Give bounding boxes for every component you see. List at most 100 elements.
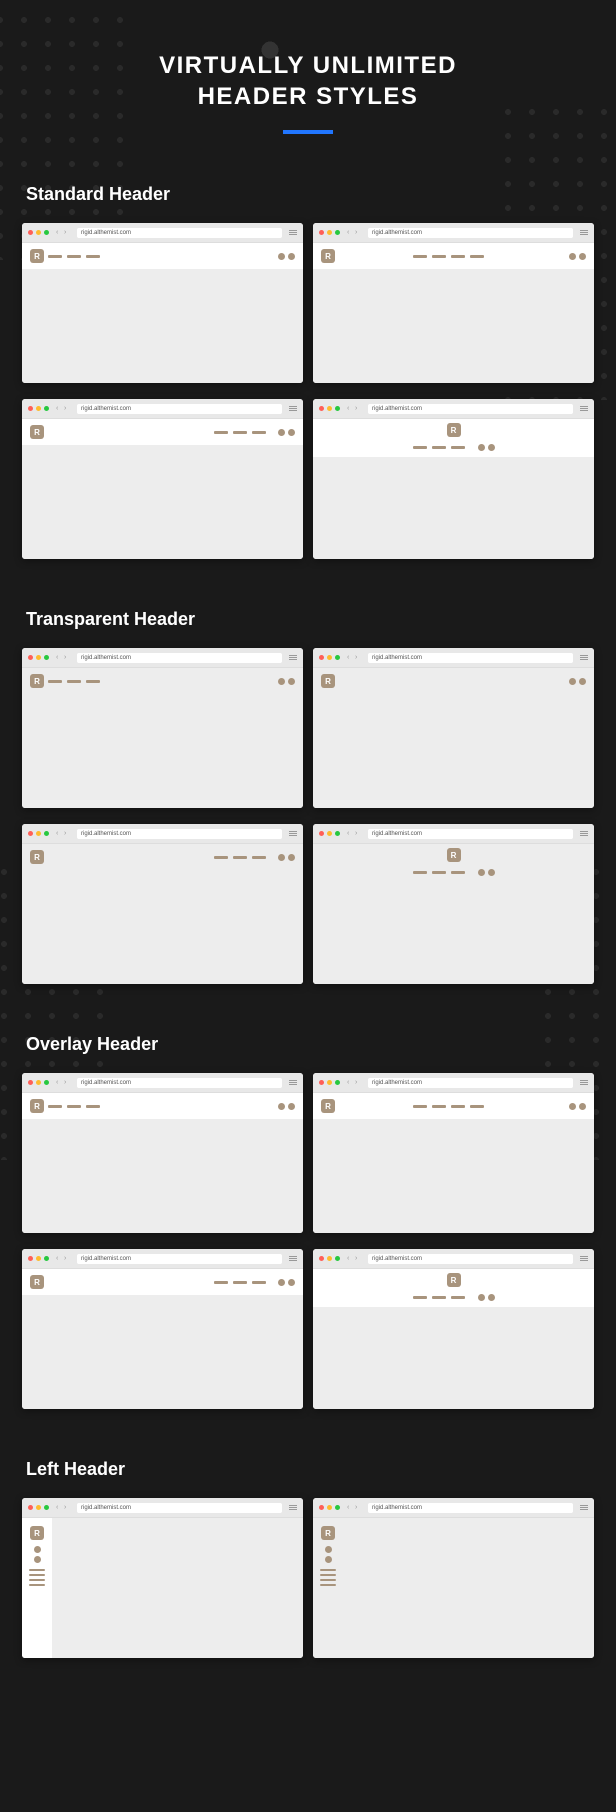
nav-menu bbox=[413, 871, 465, 874]
header-icons bbox=[478, 869, 495, 876]
title-underline bbox=[283, 130, 333, 134]
preview-left-2: ‹›rigid.althemist.com R bbox=[313, 1498, 594, 1658]
url-bar: rigid.althemist.com bbox=[368, 829, 573, 839]
hamburger-icon bbox=[289, 1255, 297, 1263]
site-logo: R bbox=[321, 674, 335, 688]
preview-left-1: ‹›rigid.althemist.com R bbox=[22, 1498, 303, 1658]
site-logo: R bbox=[447, 423, 461, 437]
url-bar: rigid.althemist.com bbox=[368, 228, 573, 238]
traffic-lights bbox=[28, 230, 49, 235]
hamburger-icon bbox=[289, 830, 297, 838]
browser-chrome: ‹› rigid.althemist.com bbox=[22, 223, 303, 243]
header-icons bbox=[278, 854, 295, 861]
nav-menu bbox=[48, 255, 100, 258]
site-logo: R bbox=[321, 249, 335, 263]
header-icons bbox=[278, 678, 295, 685]
hamburger-icon bbox=[580, 405, 588, 413]
preview-standard-4: ‹› rigid.althemist.com R bbox=[313, 399, 594, 559]
url-bar: rigid.althemist.com bbox=[77, 228, 282, 238]
section-title-left: Left Header bbox=[22, 1459, 594, 1480]
preview-standard-3: ‹› rigid.althemist.com R bbox=[22, 399, 303, 559]
section-overlay: Overlay Header ‹›rigid.althemist.com R ‹… bbox=[22, 1034, 594, 1409]
preview-transparent-4: ‹›rigid.althemist.com R bbox=[313, 824, 594, 984]
header-icons bbox=[325, 1546, 332, 1563]
url-bar: rigid.althemist.com bbox=[77, 653, 282, 663]
nav-menu bbox=[413, 1296, 465, 1299]
site-logo: R bbox=[30, 850, 44, 864]
site-logo: R bbox=[321, 1526, 335, 1540]
section-standard: Standard Header ‹› rigid.althemist.com R bbox=[22, 184, 594, 559]
url-bar: rigid.althemist.com bbox=[77, 1254, 282, 1264]
browser-chrome: ‹› rigid.althemist.com bbox=[313, 399, 594, 419]
url-bar: rigid.althemist.com bbox=[368, 1503, 573, 1513]
preview-overlay-2: ‹›rigid.althemist.com R bbox=[313, 1073, 594, 1233]
url-bar: rigid.althemist.com bbox=[368, 1254, 573, 1264]
url-bar: rigid.althemist.com bbox=[77, 1078, 282, 1088]
header-icons bbox=[278, 1103, 295, 1110]
hamburger-icon bbox=[289, 1079, 297, 1087]
preview-overlay-1: ‹›rigid.althemist.com R bbox=[22, 1073, 303, 1233]
site-logo: R bbox=[30, 674, 44, 688]
preview-standard-1: ‹› rigid.althemist.com R bbox=[22, 223, 303, 383]
site-logo: R bbox=[30, 1099, 44, 1113]
nav-menu bbox=[214, 1281, 266, 1284]
nav-menu bbox=[214, 856, 266, 859]
header-icons bbox=[34, 1546, 41, 1563]
preview-overlay-4: ‹›rigid.althemist.com R bbox=[313, 1249, 594, 1409]
header-icons bbox=[569, 1103, 586, 1110]
section-title-overlay: Overlay Header bbox=[22, 1034, 594, 1055]
header-icons bbox=[478, 444, 495, 451]
nav-menu bbox=[413, 255, 484, 258]
hamburger-icon bbox=[289, 405, 297, 413]
hamburger-icon bbox=[580, 1504, 588, 1512]
preview-transparent-3: ‹›rigid.althemist.com R bbox=[22, 824, 303, 984]
nav-menu bbox=[48, 1105, 100, 1108]
hamburger-icon bbox=[289, 229, 297, 237]
header-icons bbox=[478, 1294, 495, 1301]
url-bar: rigid.althemist.com bbox=[368, 404, 573, 414]
site-logo: R bbox=[30, 249, 44, 263]
url-bar: rigid.althemist.com bbox=[77, 404, 282, 414]
hamburger-icon bbox=[289, 654, 297, 662]
url-bar: rigid.althemist.com bbox=[77, 1503, 282, 1513]
site-logo: R bbox=[30, 425, 44, 439]
nav-menu bbox=[214, 431, 266, 434]
hamburger-icon bbox=[580, 1255, 588, 1263]
preview-overlay-3: ‹›rigid.althemist.com R bbox=[22, 1249, 303, 1409]
left-sidebar: R bbox=[22, 1518, 52, 1658]
site-logo: R bbox=[447, 848, 461, 862]
nav-menu bbox=[320, 1569, 336, 1586]
nav-menu bbox=[413, 1105, 484, 1108]
page-title: VIRTUALLY UNLIMITED HEADER STYLES bbox=[22, 50, 594, 112]
url-bar: rigid.althemist.com bbox=[368, 1078, 573, 1088]
section-transparent: Transparent Header ‹›rigid.althemist.com… bbox=[22, 609, 594, 984]
header-icons bbox=[278, 1279, 295, 1286]
site-logo: R bbox=[30, 1526, 44, 1540]
site-logo: R bbox=[30, 1275, 44, 1289]
header-icons bbox=[278, 253, 295, 260]
hamburger-icon bbox=[580, 654, 588, 662]
site-logo: R bbox=[321, 1099, 335, 1113]
section-title-standard: Standard Header bbox=[22, 184, 594, 205]
nav-menu bbox=[48, 680, 100, 683]
browser-chrome: ‹› rigid.althemist.com bbox=[313, 223, 594, 243]
header-icons bbox=[278, 429, 295, 436]
left-sidebar: R bbox=[313, 1518, 343, 1658]
url-bar: rigid.althemist.com bbox=[368, 653, 573, 663]
section-left: Left Header ‹›rigid.althemist.com R bbox=[22, 1459, 594, 1658]
browser-chrome: ‹› rigid.althemist.com bbox=[22, 399, 303, 419]
header-icons bbox=[569, 678, 586, 685]
nav-menu bbox=[413, 446, 465, 449]
preview-standard-2: ‹› rigid.althemist.com R bbox=[313, 223, 594, 383]
hamburger-icon bbox=[289, 1504, 297, 1512]
site-logo: R bbox=[447, 1273, 461, 1287]
header-icons bbox=[569, 253, 586, 260]
section-title-transparent: Transparent Header bbox=[22, 609, 594, 630]
url-bar: rigid.althemist.com bbox=[77, 829, 282, 839]
preview-transparent-1: ‹›rigid.althemist.com R bbox=[22, 648, 303, 808]
preview-transparent-2: ‹›rigid.althemist.com R bbox=[313, 648, 594, 808]
hamburger-icon bbox=[580, 229, 588, 237]
hamburger-icon bbox=[580, 830, 588, 838]
nav-menu bbox=[29, 1569, 45, 1586]
hamburger-icon bbox=[580, 1079, 588, 1087]
